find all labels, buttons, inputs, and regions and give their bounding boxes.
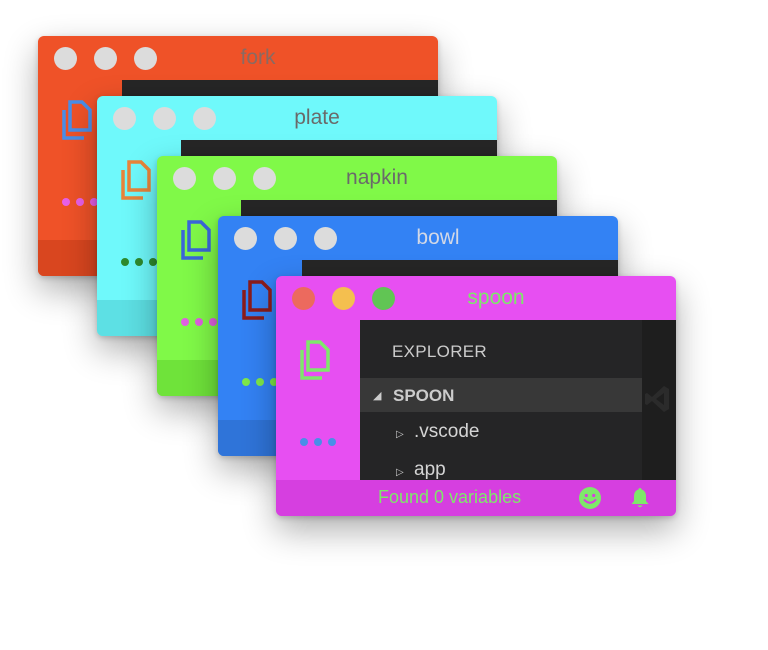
files-icon[interactable] xyxy=(117,158,155,202)
window-spoon: spoon EXPLORER ◢ SPOON ▷ .vscode ▷ app F… xyxy=(276,276,676,516)
smiley-icon[interactable] xyxy=(578,486,602,510)
explorer-title: EXPLORER xyxy=(392,342,487,361)
status-bar: Found 0 variables xyxy=(276,480,676,516)
explorer-section-header[interactable]: ◢ SPOON xyxy=(360,378,642,412)
titlebar: napkin xyxy=(157,156,557,200)
more-dots-icon[interactable] xyxy=(62,198,98,206)
files-icon[interactable] xyxy=(296,338,334,382)
files-icon[interactable] xyxy=(58,98,96,142)
more-dots-icon[interactable] xyxy=(121,258,157,266)
window-title: spoon xyxy=(467,286,525,309)
tree-item-label: .vscode xyxy=(414,421,480,442)
window-title: fork xyxy=(240,46,276,69)
bell-icon[interactable] xyxy=(628,486,652,510)
files-icon[interactable] xyxy=(238,278,276,322)
explorer-panel: EXPLORER ◢ SPOON ▷ .vscode ▷ app xyxy=(360,320,642,480)
caret-down-icon: ◢ xyxy=(373,390,382,402)
section-label: SPOON xyxy=(393,386,455,405)
files-icon[interactable] xyxy=(177,218,215,262)
titlebar: bowl xyxy=(218,216,618,260)
window-title: plate xyxy=(294,106,340,129)
status-text[interactable]: Found 0 variables xyxy=(378,487,521,508)
window-title: napkin xyxy=(346,166,408,189)
more-dots-icon[interactable] xyxy=(300,438,336,446)
more-dots-icon[interactable] xyxy=(242,378,278,386)
tree-item-label: app xyxy=(414,459,446,480)
vscode-logo-icon xyxy=(645,386,669,412)
chevron-right-icon: ▷ xyxy=(396,429,404,440)
titlebar: fork xyxy=(38,36,438,80)
titlebar: spoon xyxy=(276,276,676,320)
chevron-right-icon: ▷ xyxy=(396,467,404,478)
titlebar: plate xyxy=(97,96,497,140)
window-title: bowl xyxy=(416,226,460,249)
more-dots-icon[interactable] xyxy=(181,318,217,326)
